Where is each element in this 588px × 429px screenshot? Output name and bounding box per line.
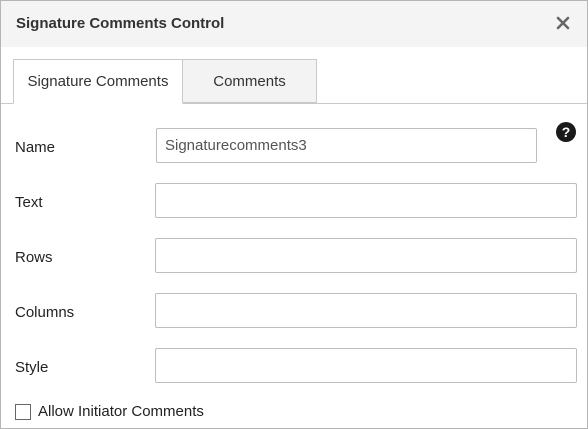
signature-comments-dialog: Signature Comments Control Signature Com… (0, 0, 588, 429)
style-input[interactable] (155, 348, 577, 383)
columns-label: Columns (15, 304, 75, 321)
close-icon[interactable] (552, 12, 574, 34)
tab-bar: Signature Comments Comments (1, 47, 587, 104)
rows-input[interactable] (155, 238, 577, 273)
allow-initiator-comments-checkbox[interactable] (15, 403, 31, 420)
dialog-titlebar: Signature Comments Control (1, 1, 587, 48)
question-circle-icon[interactable]: ? (556, 122, 576, 142)
style-label: Style (15, 359, 49, 376)
allow-initiator-comments-label[interactable]: Allow Initiator Comments (38, 403, 204, 420)
dialog-title: Signature Comments Control (16, 15, 225, 32)
tab-label: Comments (213, 72, 286, 90)
text-input[interactable] (155, 183, 577, 218)
columns-input[interactable] (155, 293, 577, 328)
text-label: Text (15, 194, 43, 211)
allow-initiator-comments-row: Allow Initiator Comments (15, 403, 204, 420)
rows-label: Rows (15, 249, 53, 266)
name-label: Name (15, 139, 56, 156)
tab-label: Signature Comments (27, 73, 169, 90)
tab-comments[interactable]: Comments (182, 59, 317, 103)
name-input[interactable] (156, 128, 537, 163)
tab-signature-comments[interactable]: Signature Comments (13, 59, 183, 104)
